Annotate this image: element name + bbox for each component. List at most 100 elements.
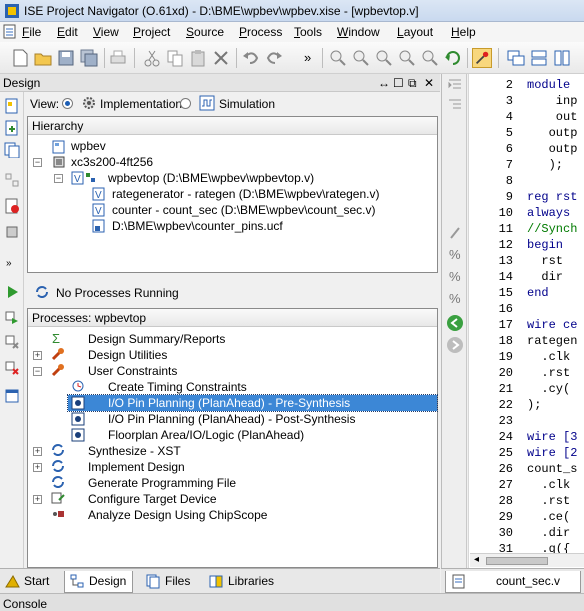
- code-line[interactable]: inp: [527, 94, 578, 108]
- paste-icon[interactable]: [188, 48, 208, 68]
- menu-tools[interactable]: Tools: [294, 25, 322, 39]
- open-folder-icon[interactable]: [33, 48, 53, 68]
- hierarchy-item-top-module[interactable]: wpbevtop (D:\BME\wpbev\wpbevtop.v): [108, 171, 314, 187]
- collapse-icon[interactable]: −: [33, 367, 42, 376]
- copy-icon[interactable]: [165, 48, 185, 68]
- menu-source[interactable]: Source: [186, 25, 224, 39]
- editor-uncomment-icon[interactable]: %: [447, 290, 463, 306]
- expand-toolstrip-icon[interactable]: »: [6, 258, 12, 269]
- menu-edit[interactable]: Edit: [57, 25, 78, 39]
- cascade-windows-icon[interactable]: [506, 48, 526, 68]
- hierarchy-item-rategenerator[interactable]: rategenerator - rategen (D:\BME\wpbev\ra…: [112, 187, 379, 203]
- editor-comment-icon[interactable]: %: [447, 268, 463, 284]
- new-file-icon[interactable]: [10, 48, 30, 68]
- editor-indent-icon[interactable]: [447, 78, 463, 92]
- scroll-left-icon[interactable]: ◂: [474, 554, 479, 565]
- code-line[interactable]: out: [527, 110, 578, 124]
- process-configure-target-device[interactable]: Configure Target Device: [88, 492, 217, 508]
- code-line[interactable]: wire [2: [527, 446, 577, 460]
- collapse-icon[interactable]: −: [33, 158, 42, 167]
- hierarchy-item-ucf[interactable]: D:\BME\wpbev\counter_pins.ucf: [112, 219, 283, 235]
- process-generate-programming-file[interactable]: Generate Programming File: [88, 476, 236, 492]
- view-design-summary-icon[interactable]: [4, 388, 20, 404]
- new-source-icon[interactable]: [4, 98, 20, 114]
- simulation-label[interactable]: Simulation: [219, 97, 275, 111]
- expand-icon[interactable]: +: [33, 351, 42, 360]
- float-panel-icon[interactable]: ↔: [378, 76, 390, 90]
- code-line[interactable]: rst: [527, 254, 570, 268]
- code-line[interactable]: reg rst: [527, 190, 577, 204]
- chip-view-icon[interactable]: [4, 224, 20, 240]
- zoom-area-icon[interactable]: [420, 48, 440, 68]
- maximize-panel-icon[interactable]: ☐: [393, 76, 404, 90]
- zoom-in-icon[interactable]: [328, 48, 348, 68]
- code-line[interactable]: end: [527, 286, 549, 300]
- code-line[interactable]: .dir: [527, 526, 570, 540]
- collapse-icon[interactable]: −: [54, 174, 63, 183]
- code-line[interactable]: always: [527, 206, 577, 220]
- menu-process[interactable]: Process: [239, 25, 282, 39]
- code-line[interactable]: rategen: [527, 334, 577, 348]
- code-line[interactable]: count_s: [527, 462, 577, 476]
- tab-files[interactable]: Files: [141, 571, 196, 593]
- process-floorplan-area[interactable]: Floorplan Area/IO/Logic (PlanAhead): [108, 428, 304, 444]
- code-line[interactable]: .cy(: [527, 382, 570, 396]
- code-line[interactable]: );: [527, 398, 541, 412]
- go-back-icon[interactable]: [446, 314, 464, 332]
- pin-planner-icon[interactable]: [472, 48, 492, 68]
- menu-file[interactable]: File: [22, 25, 41, 39]
- expand-icon[interactable]: +: [33, 463, 42, 472]
- code-line[interactable]: .ce(: [527, 510, 570, 524]
- code-line[interactable]: .clk: [527, 478, 570, 492]
- code-line[interactable]: .rst: [527, 366, 570, 380]
- editor-percent-icon[interactable]: %: [447, 246, 463, 262]
- zoom-selection-icon[interactable]: [397, 48, 417, 68]
- code-line[interactable]: .clk: [527, 350, 570, 364]
- process-io-pin-planning-post[interactable]: I/O Pin Planning (PlanAhead) - Post-Synt…: [108, 412, 355, 428]
- restore-panel-icon[interactable]: ⧉: [408, 76, 417, 91]
- code-line[interactable]: module: [527, 78, 577, 92]
- code-line[interactable]: wire ce: [527, 318, 577, 332]
- expand-icon[interactable]: +: [33, 495, 42, 504]
- tab-libraries[interactable]: Libraries: [204, 571, 280, 593]
- save-icon[interactable]: [56, 48, 76, 68]
- hierarchy-tool-icon[interactable]: [4, 172, 20, 188]
- go-forward-icon[interactable]: [446, 336, 464, 354]
- code-line[interactable]: wire [3: [527, 430, 577, 444]
- code-line[interactable]: );: [527, 158, 563, 172]
- add-source-icon[interactable]: [4, 120, 20, 136]
- menu-help[interactable]: Help: [451, 25, 476, 39]
- toolbar-overflow-icon[interactable]: »: [304, 50, 311, 65]
- rerun-all-icon[interactable]: [4, 310, 20, 326]
- process-synthesize[interactable]: Synthesize - XST: [88, 444, 181, 460]
- zoom-out-icon[interactable]: [351, 48, 371, 68]
- process-design-utilities[interactable]: Design Utilities: [88, 348, 167, 364]
- process-refresh-icon[interactable]: [34, 284, 50, 300]
- close-panel-icon[interactable]: ✕: [424, 76, 434, 90]
- stop-process-icon[interactable]: [4, 334, 20, 350]
- save-all-icon[interactable]: [79, 48, 99, 68]
- tab-start[interactable]: Start: [0, 571, 55, 593]
- implementation-label[interactable]: Implementation: [100, 97, 182, 111]
- menu-view[interactable]: View: [93, 25, 119, 39]
- menu-layout[interactable]: Layout: [397, 25, 433, 39]
- code-line[interactable]: .rst: [527, 494, 570, 508]
- process-design-summary[interactable]: Design Summary/Reports: [88, 332, 225, 348]
- scrollbar-thumb[interactable]: [486, 557, 548, 565]
- delete-icon[interactable]: [211, 48, 231, 68]
- cut-icon[interactable]: [142, 48, 162, 68]
- process-analyze-chipscope[interactable]: Analyze Design Using ChipScope: [88, 508, 267, 524]
- hierarchy-item-counter[interactable]: counter - count_sec (D:\BME\wpbev\count_…: [112, 203, 375, 219]
- code-editor[interactable]: 2 module 3 inp 4 out 5 outp 6 outp 7 ); 8 9 reg …: [468, 74, 584, 568]
- refresh-icon[interactable]: [443, 48, 463, 68]
- process-user-constraints[interactable]: User Constraints: [88, 364, 177, 380]
- implementation-radio[interactable]: [62, 98, 73, 109]
- expand-icon[interactable]: +: [33, 447, 42, 456]
- editor-horizontal-scrollbar[interactable]: ◂: [470, 553, 584, 567]
- tab-design[interactable]: Design: [64, 571, 134, 593]
- console-bar[interactable]: Console: [0, 593, 584, 611]
- code-line[interactable]: begin: [527, 238, 570, 252]
- undo-icon[interactable]: [241, 48, 261, 68]
- simulation-radio[interactable]: [180, 98, 191, 109]
- tab-count-sec[interactable]: count_sec.v: [445, 571, 581, 593]
